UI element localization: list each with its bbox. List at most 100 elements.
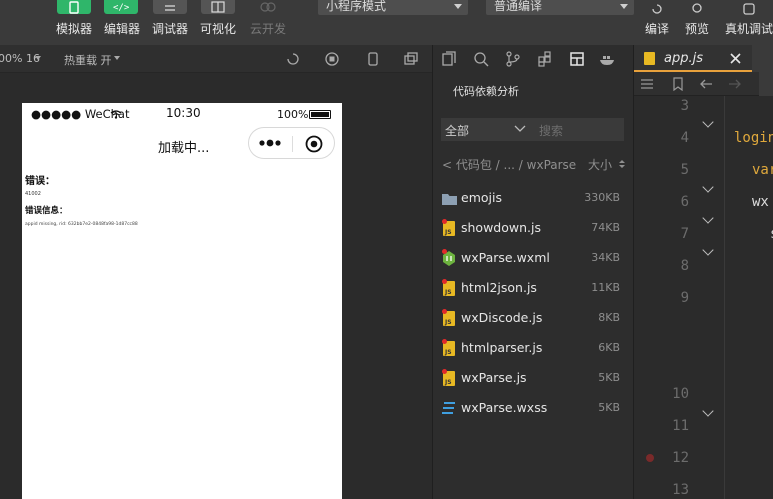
stop-icon[interactable] bbox=[324, 51, 340, 67]
more-icon[interactable] bbox=[258, 137, 284, 149]
sort-icon[interactable] bbox=[619, 159, 625, 169]
debugger-toggle-button[interactable] bbox=[153, 0, 187, 14]
debugger-label: 调试器 bbox=[152, 22, 189, 36]
error-code: 41002 bbox=[25, 191, 41, 197]
fold-chevron-icon[interactable] bbox=[702, 244, 714, 256]
changed-indicator bbox=[442, 249, 447, 254]
file-row-wxparse-wxml[interactable]: wxParse.wxml 34KB bbox=[433, 244, 633, 274]
chevron-down-icon[interactable] bbox=[514, 125, 526, 133]
simulator-toggle-button[interactable] bbox=[57, 0, 91, 14]
file-name: wxDiscode.js bbox=[461, 310, 543, 325]
real-device-debug-button[interactable]: 真机调试 bbox=[725, 20, 773, 37]
code-token: login bbox=[734, 130, 773, 146]
line-number: 13 bbox=[672, 482, 689, 498]
file-size: 6KB bbox=[598, 341, 620, 354]
editor-toolbar bbox=[634, 72, 773, 96]
fold-chevron-icon[interactable] bbox=[702, 181, 714, 193]
fold-chevron-icon[interactable] bbox=[702, 212, 714, 224]
fold-chevron-icon[interactable] bbox=[702, 405, 714, 417]
device-icon[interactable] bbox=[365, 51, 381, 67]
file-name: wxParse.wxml bbox=[461, 250, 550, 265]
detach-window-icon[interactable] bbox=[403, 51, 419, 67]
file-row-wxdiscode[interactable]: wxDiscode.js 8KB bbox=[433, 304, 633, 334]
preview-button[interactable]: 预览 bbox=[685, 20, 709, 37]
code-token: wx bbox=[752, 194, 769, 210]
breakpoint-marker[interactable] bbox=[646, 454, 654, 462]
device-debug-icon[interactable] bbox=[741, 0, 757, 15]
tab-overflow[interactable] bbox=[752, 45, 773, 72]
mode-select[interactable]: 小程序模式 bbox=[318, 0, 468, 15]
editor-tabbar: app.js bbox=[634, 45, 773, 72]
compile-button[interactable]: 编译 bbox=[645, 20, 669, 37]
error-info: appid missing, rid: 632bb7e2-0848fa98-1d… bbox=[25, 222, 138, 227]
file-row-showdown[interactable]: showdown.js 74KB bbox=[433, 214, 633, 244]
preview-icon[interactable] bbox=[690, 0, 704, 13]
filter-select[interactable]: 全部 bbox=[445, 122, 469, 139]
file-row-wxparse-js[interactable]: wxParse.js 5KB bbox=[433, 364, 633, 394]
line-number: 3 bbox=[680, 98, 689, 114]
line-gutter: 3 4 5 6 7 8 9 10 11 12 13 bbox=[634, 96, 724, 499]
breadcrumb[interactable]: < 代码包 / ... / wxParse bbox=[442, 156, 576, 173]
layout-icon bbox=[211, 1, 225, 13]
zoom-select[interactable]: 00% 16 bbox=[0, 52, 40, 65]
dependency-analysis-icon[interactable] bbox=[569, 51, 585, 67]
file-name: showdown.js bbox=[461, 220, 541, 235]
sort-by-size[interactable]: 大小 bbox=[588, 156, 612, 173]
file-row-wxparse-wxss[interactable]: wxParse.wxss 5KB bbox=[433, 394, 633, 424]
error-info-label: 错误信息： bbox=[25, 206, 68, 216]
panel-title: 代码依赖分析 bbox=[453, 85, 519, 98]
line-number: 9 bbox=[680, 290, 689, 306]
chevron-down-icon bbox=[620, 4, 628, 9]
refresh-icon[interactable] bbox=[650, 0, 664, 14]
phone-icon bbox=[69, 1, 79, 14]
code-editor: app.js 3 4 5 6 7 8 9 10 11 12 13 login v… bbox=[634, 45, 773, 499]
file-row-html2json[interactable]: html2json.js 11KB bbox=[433, 274, 633, 304]
docker-icon[interactable] bbox=[599, 51, 617, 67]
editor-toggle-button[interactable]: </> bbox=[104, 0, 138, 14]
capsule-divider bbox=[292, 136, 293, 152]
file-size: 34KB bbox=[591, 251, 620, 264]
file-name: htmlparser.js bbox=[461, 340, 543, 355]
code-area[interactable]: login var wx s bbox=[724, 96, 773, 499]
file-row-emojis[interactable]: emojis 330KB bbox=[433, 184, 633, 214]
indent-guide bbox=[724, 96, 773, 499]
fold-chevron-icon[interactable] bbox=[702, 116, 714, 128]
file-name: wxParse.wxss bbox=[461, 400, 548, 415]
arrow-right-icon[interactable] bbox=[728, 77, 742, 91]
extensions-icon[interactable] bbox=[537, 51, 553, 67]
visualize-toggle-button[interactable] bbox=[201, 0, 235, 14]
git-branch-icon[interactable] bbox=[505, 51, 521, 67]
code-dependency-panel: 代码依赖分析 全部 搜索 < 代码包 / ... / wxParse 大小 em… bbox=[433, 45, 633, 499]
outline-icon[interactable] bbox=[640, 77, 654, 91]
arrow-left-icon[interactable] bbox=[699, 77, 713, 91]
tab-app-js[interactable]: app.js bbox=[634, 45, 752, 72]
editor-more[interactable] bbox=[759, 72, 773, 96]
bookmark-icon[interactable] bbox=[672, 77, 684, 91]
nav-title: 加载中... bbox=[158, 141, 210, 156]
status-time: 10:30 bbox=[166, 106, 201, 120]
line-number: 12 bbox=[672, 450, 689, 466]
file-name: wxParse.js bbox=[461, 370, 527, 385]
file-row-htmlparser[interactable]: htmlparser.js 6KB bbox=[433, 334, 633, 364]
line-number: 5 bbox=[680, 162, 689, 178]
changed-indicator bbox=[442, 279, 447, 284]
cloud-icon[interactable] bbox=[256, 0, 280, 14]
files-icon[interactable] bbox=[441, 51, 457, 67]
close-miniprogram-icon[interactable] bbox=[304, 134, 324, 154]
hot-reload-toggle[interactable]: 热重载 开 bbox=[64, 52, 112, 68]
file-size: 8KB bbox=[598, 311, 620, 324]
compile-mode-select[interactable]: 普通编译 bbox=[486, 0, 634, 15]
mode-select-value: 小程序模式 bbox=[326, 0, 387, 13]
search-input[interactable]: 搜索 bbox=[539, 122, 563, 139]
rotate-icon[interactable] bbox=[285, 51, 301, 67]
search-icon[interactable] bbox=[473, 51, 489, 67]
chevron-down-icon bbox=[454, 4, 462, 9]
line-number: 7 bbox=[680, 226, 689, 242]
phone-screen[interactable]: ●●●●● WeChat 10:30 100% 加载中... 错误： 41002… bbox=[22, 103, 342, 499]
battery-icon bbox=[309, 110, 331, 119]
wifi-icon bbox=[110, 110, 122, 119]
visualize-label: 可视化 bbox=[200, 22, 237, 36]
changed-indicator bbox=[442, 369, 447, 374]
cloud-dev-label[interactable]: 云开发 bbox=[250, 20, 286, 37]
close-icon[interactable] bbox=[730, 53, 741, 64]
